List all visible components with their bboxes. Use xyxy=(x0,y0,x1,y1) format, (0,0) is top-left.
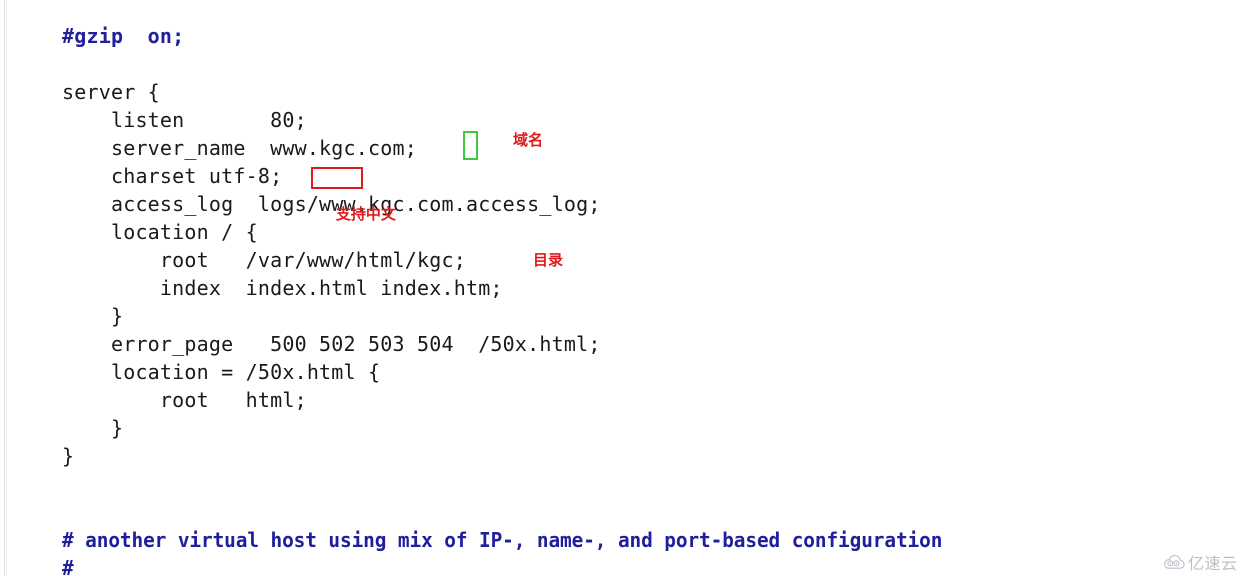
code-line-root-html: root html; xyxy=(62,388,307,412)
annotation-charset-label: 支持中文 xyxy=(335,205,396,223)
annotation-charset-supports-chinese: 支持中文 xyxy=(311,167,399,243)
code-line-comment-another-vhost: # another virtual host using mix of IP-,… xyxy=(62,528,943,552)
annotation-charset-box xyxy=(311,167,363,189)
nginx-config-code: #gzip on; server { listen 80; server_nam… xyxy=(0,0,1260,576)
code-line-comment-hash: # xyxy=(62,556,74,576)
code-line-location-50x-close: } xyxy=(62,416,124,440)
watermark-text: 亿速云 xyxy=(1188,554,1238,573)
server-name-highlight-box xyxy=(463,131,478,160)
site-watermark: 亿速云 xyxy=(1163,550,1238,574)
code-line-root-path: root /var/www/html/kgc; xyxy=(62,248,466,272)
code-line-server-open: server { xyxy=(62,80,160,104)
code-line-server-name: server_name www.kgc.com; xyxy=(62,136,417,160)
code-line-charset: charset utf-8; xyxy=(62,164,283,188)
code-line-error-page: error_page 500 502 503 504 /50x.html; xyxy=(62,332,601,356)
cloud-icon xyxy=(1163,554,1185,570)
annotation-domain-name: 域名 xyxy=(513,131,544,149)
code-line-index: index index.html index.htm; xyxy=(62,276,503,300)
code-line-location-root-close: } xyxy=(62,304,124,328)
annotation-directory: 目录 xyxy=(533,251,564,269)
code-line-server-close: } xyxy=(62,444,75,468)
code-line-location-50x-open: location = /50x.html { xyxy=(62,360,381,384)
code-line-gzip: #gzip on; xyxy=(62,24,185,48)
code-line-listen: listen 80; xyxy=(62,108,307,132)
screenshot-canvas: #gzip on; server { listen 80; server_nam… xyxy=(0,0,1260,576)
code-line-location-root-open: location / { xyxy=(62,220,258,244)
